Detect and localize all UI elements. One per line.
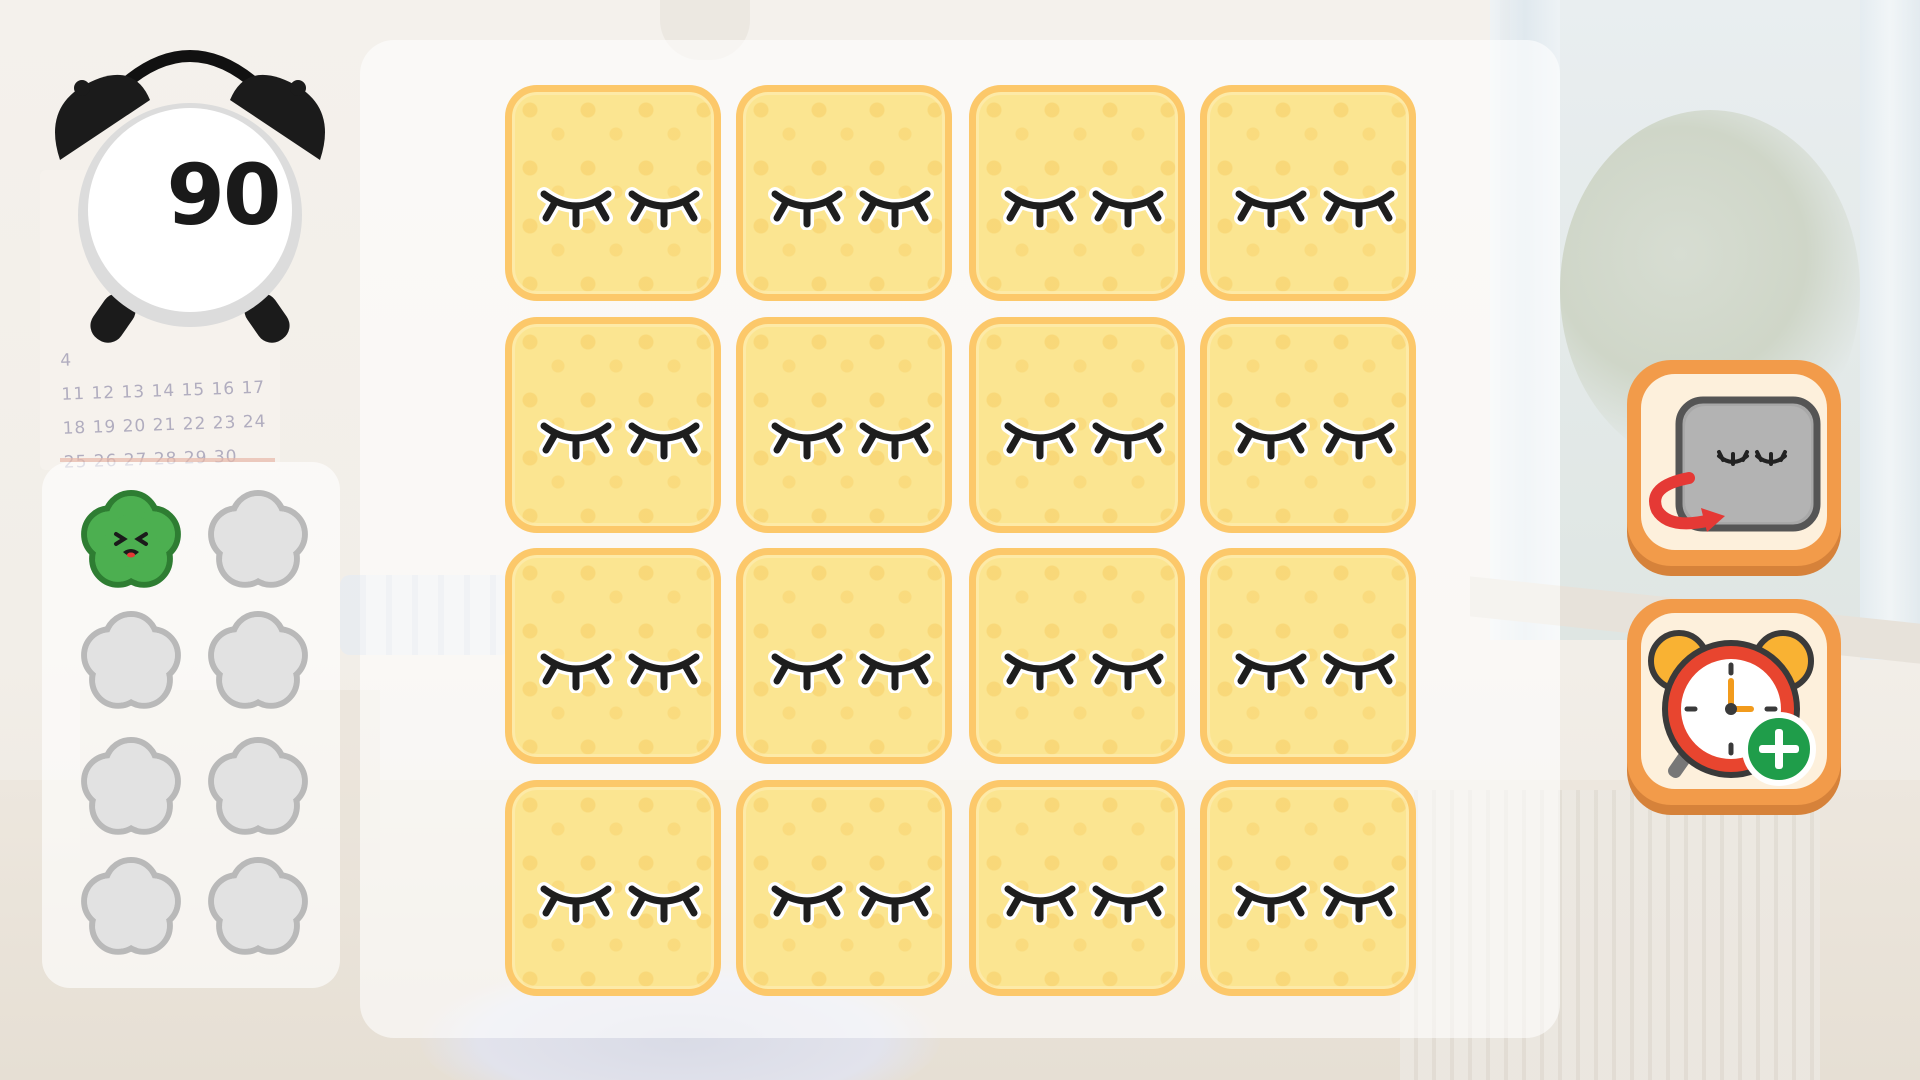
- star-empty: [203, 731, 313, 841]
- memory-card[interactable]: [505, 548, 721, 764]
- sleeping-eyes-icon: [768, 650, 934, 693]
- sleeping-eyes-icon: [1232, 187, 1398, 230]
- memory-card[interactable]: [969, 548, 1185, 764]
- sleeping-eyes-icon: [768, 882, 934, 925]
- sleeping-eyes-icon: [768, 187, 934, 230]
- timer-value: 90: [166, 146, 282, 244]
- memory-card[interactable]: [1200, 85, 1416, 301]
- star-earned: [76, 484, 186, 594]
- memory-card[interactable]: [969, 780, 1185, 996]
- star-flower-empty-icon: [81, 611, 181, 709]
- sleeping-eyes-icon: [1232, 650, 1398, 693]
- memory-card[interactable]: [969, 317, 1185, 533]
- memory-card[interactable]: [1200, 317, 1416, 533]
- star-flower-empty-icon: [208, 490, 308, 588]
- sleeping-eyes-icon: [537, 419, 703, 462]
- flip-card-powerup-button[interactable]: [1627, 360, 1841, 576]
- sleeping-eyes-icon: [1001, 882, 1167, 925]
- star-flower-empty-icon: [208, 611, 308, 709]
- star-empty: [203, 851, 313, 961]
- sleeping-eyes-icon: [1232, 419, 1398, 462]
- sleeping-eyes-icon: [537, 187, 703, 230]
- memory-card[interactable]: [736, 317, 952, 533]
- memory-card[interactable]: [969, 85, 1185, 301]
- sleeping-eyes-icon: [537, 650, 703, 693]
- add-time-powerup-button[interactable]: [1627, 599, 1841, 815]
- star-empty: [76, 731, 186, 841]
- sleeping-eyes-icon: [768, 419, 934, 462]
- memory-card[interactable]: [505, 317, 721, 533]
- star-empty: [76, 605, 186, 715]
- star-empty: [76, 851, 186, 961]
- timer: 90: [40, 30, 340, 350]
- curtain-right: [1860, 0, 1920, 660]
- alarm-clock-plus-icon: [1648, 630, 1816, 786]
- sleeping-eyes-icon: [1232, 882, 1398, 925]
- star-flower-empty-icon: [81, 737, 181, 835]
- memory-card[interactable]: [736, 548, 952, 764]
- memory-card[interactable]: [736, 85, 952, 301]
- sleeping-eyes-icon: [1001, 650, 1167, 693]
- sleeping-eyes-icon: [1001, 187, 1167, 230]
- memory-card[interactable]: [1200, 548, 1416, 764]
- flip-card-icon: [1649, 396, 1821, 532]
- star-flower-empty-icon: [208, 857, 308, 955]
- sleeping-eyes-icon: [537, 882, 703, 925]
- memory-card[interactable]: [505, 85, 721, 301]
- star-empty: [203, 484, 313, 594]
- memory-card[interactable]: [505, 780, 721, 996]
- memory-card[interactable]: [1200, 780, 1416, 996]
- memory-card[interactable]: [736, 780, 952, 996]
- sleeping-eyes-icon: [1001, 419, 1167, 462]
- star-flower-empty-icon: [81, 857, 181, 955]
- star-empty: [203, 605, 313, 715]
- star-flower-icon: [81, 490, 181, 588]
- star-flower-empty-icon: [208, 737, 308, 835]
